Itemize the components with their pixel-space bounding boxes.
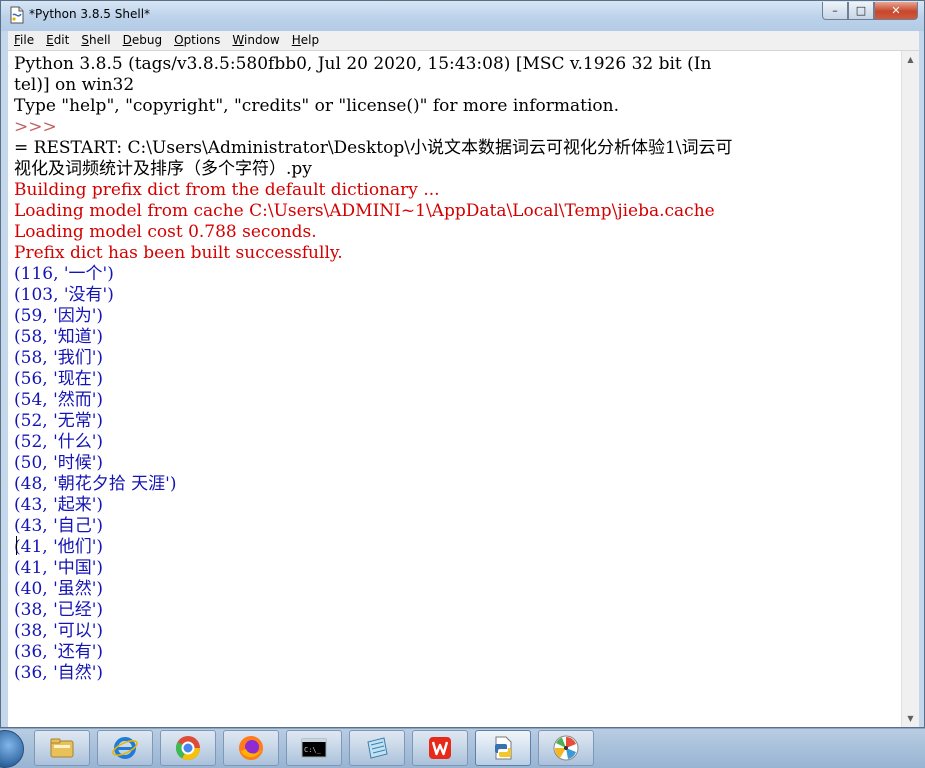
shell-text-area[interactable]: Python 3.8.5 (tags/v3.8.5:580fbb0, Jul 2… <box>8 51 901 727</box>
text-cursor <box>16 536 17 555</box>
taskbar-paint-tool[interactable] <box>538 730 594 766</box>
output-line: (38, '可以') <box>14 621 104 641</box>
chrome-icon <box>175 736 200 761</box>
stderr-line: Prefix dict has been built successfully. <box>14 243 343 263</box>
idle-shell-window: *Python 3.8.5 Shell* – □ ✕ File Edit She… <box>0 0 925 728</box>
taskbar-chrome[interactable] <box>160 730 216 766</box>
shell-line: 视化及词频统计及排序（多个字符）.py <box>14 159 312 179</box>
menu-shell[interactable]: Shell <box>75 31 116 50</box>
output-line: (103, '没有') <box>14 285 114 305</box>
vertical-scrollbar[interactable]: ▲ ▼ <box>901 51 919 727</box>
output-line: (116, '一个') <box>14 264 114 284</box>
taskbar-command-prompt[interactable]: C:\_ <box>286 730 342 766</box>
shell-line: Python 3.8.5 (tags/v3.8.5:580fbb0, Jul 2… <box>14 54 712 74</box>
output-line: (41, '中国') <box>14 558 104 578</box>
shell-line: = RESTART: C:\Users\Administrator\Deskto… <box>14 138 733 158</box>
output-line: (58, '我们') <box>14 348 104 368</box>
output-line: (48, '朝花夕拾 天涯') <box>14 474 177 494</box>
stderr-line: Building prefix dict from the default di… <box>14 180 440 200</box>
minimize-button[interactable]: – <box>822 2 848 20</box>
shell-prompt: >>> <box>14 117 57 137</box>
window-controls: – □ ✕ <box>822 2 918 20</box>
scroll-down-arrow-icon[interactable]: ▼ <box>902 710 919 727</box>
menu-debug[interactable]: Debug <box>117 31 168 50</box>
notepad-icon <box>367 737 388 759</box>
menu-file[interactable]: File <box>8 31 40 50</box>
taskbar-notepad[interactable] <box>349 730 405 766</box>
output-line: (52, '无常') <box>14 411 104 431</box>
taskbar-file-explorer[interactable] <box>34 730 90 766</box>
shell-line: tel)] on win32 <box>14 75 135 95</box>
menu-bar: File Edit Shell Debug Options Window Hel… <box>8 31 919 51</box>
folder-icon <box>50 738 74 758</box>
ie-icon <box>112 737 138 759</box>
output-line: (52, '什么') <box>14 432 104 452</box>
taskbar-firefox[interactable] <box>223 730 279 766</box>
output-line: (41, '他们') <box>14 537 104 557</box>
stderr-line: Loading model from cache C:\Users\ADMINI… <box>14 201 715 221</box>
start-button[interactable] <box>0 730 24 768</box>
scroll-up-arrow-icon[interactable]: ▲ <box>902 51 919 68</box>
shell-output: Python 3.8.5 (tags/v3.8.5:580fbb0, Jul 2… <box>14 54 732 684</box>
menu-window[interactable]: Window <box>226 31 285 50</box>
maximize-button[interactable]: □ <box>848 2 874 20</box>
output-line: (38, '已经') <box>14 600 104 620</box>
output-line: (59, '因为') <box>14 306 104 326</box>
output-line: (56, '现在') <box>14 369 104 389</box>
output-line: (58, '知道') <box>14 327 104 347</box>
idle-document-icon <box>10 6 24 24</box>
wps-icon <box>429 737 451 759</box>
menu-help[interactable]: Help <box>286 31 325 50</box>
menu-edit[interactable]: Edit <box>40 31 75 50</box>
title-bar[interactable]: *Python 3.8.5 Shell* – □ ✕ <box>1 1 924 31</box>
shell-line: Type "help", "copyright", "credits" or "… <box>14 96 620 116</box>
svg-text:C:\_: C:\_ <box>304 746 322 754</box>
close-button[interactable]: ✕ <box>874 2 918 20</box>
taskbar: C:\_ <box>0 728 925 768</box>
output-line: (43, '自己') <box>14 516 104 536</box>
stderr-line: Loading model cost 0.788 seconds. <box>14 222 317 242</box>
taskbar-internet-explorer[interactable] <box>97 730 153 766</box>
cmd-icon: C:\_ <box>301 738 327 758</box>
output-line: (43, '起来') <box>14 495 104 515</box>
pinwheel-icon <box>553 735 579 761</box>
firefox-icon <box>239 736 263 760</box>
output-line: (36, '自然') <box>14 663 104 683</box>
output-line: (54, '然而') <box>14 390 104 410</box>
python-idle-icon <box>495 736 512 760</box>
taskbar-wps-office[interactable] <box>412 730 468 766</box>
output-line: (36, '还有') <box>14 642 104 662</box>
output-line: (50, '时候') <box>14 453 104 473</box>
taskbar-python-idle[interactable] <box>475 730 531 766</box>
menu-options[interactable]: Options <box>168 31 226 50</box>
window-title: *Python 3.8.5 Shell* <box>29 7 151 21</box>
output-line: (40, '虽然') <box>14 579 104 599</box>
